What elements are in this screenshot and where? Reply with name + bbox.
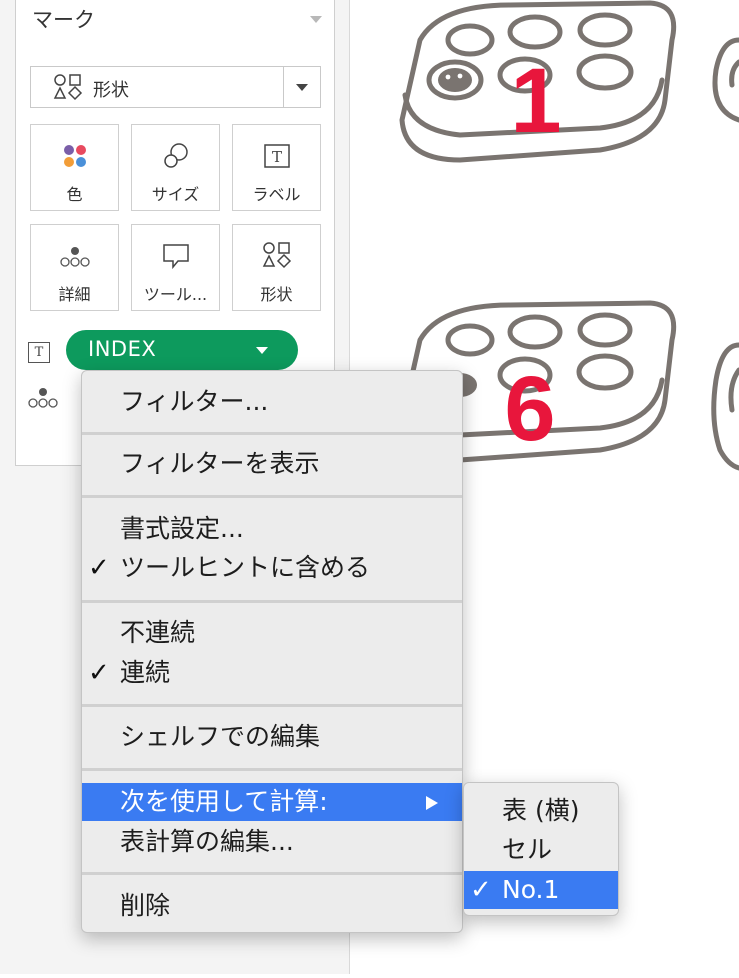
menu-separator <box>82 600 462 603</box>
menu-separator <box>82 872 462 875</box>
menu-item-label: 不連続 <box>120 618 196 647</box>
svg-text:T: T <box>271 148 281 166</box>
submenu-item-label: 表 (横) <box>502 796 580 825</box>
pill-label: INDEX <box>88 337 157 361</box>
submenu-item-label: No.1 <box>502 875 560 904</box>
color-dots-icon <box>31 141 118 171</box>
submenu-item-label: セル <box>502 835 553 864</box>
dropdown-divider <box>283 67 284 107</box>
menu-item-compute-using[interactable]: 次を使用して計算: <box>82 783 462 821</box>
label-text-icon: T <box>28 342 50 363</box>
checkmark-icon: ✓ <box>88 658 110 688</box>
pill-context-menu: フィルター... フィルターを表示 書式設定... ✓ ツールヒントに含める 不… <box>81 370 463 933</box>
menu-item-label: 連続 <box>120 658 171 687</box>
index-pill[interactable]: INDEX <box>66 330 298 370</box>
menu-item-label: シェルフでの編集 <box>120 722 321 751</box>
menu-item-continuous[interactable]: ✓ 連続 <box>82 654 462 692</box>
size-button-label: サイズ <box>151 185 200 204</box>
menu-item-format[interactable]: 書式設定... <box>82 510 462 548</box>
collapse-arrow-icon[interactable] <box>310 16 322 23</box>
menu-item-filter[interactable]: フィルター... <box>82 383 462 421</box>
menu-item-label: 書式設定... <box>120 514 244 543</box>
menu-item-label: フィルター... <box>120 387 269 416</box>
detail-dots-icon <box>26 385 60 419</box>
mark-type-dropdown[interactable]: 形状 <box>30 66 321 108</box>
tooltip-button[interactable]: ツール... <box>131 224 220 311</box>
menu-item-label: フィルターを表示 <box>120 449 320 478</box>
tooltip-button-label: ツール... <box>143 285 208 304</box>
menu-separator <box>82 768 462 771</box>
marks-card-title: マーク <box>32 8 95 32</box>
detail-button[interactable]: 詳細 <box>30 224 119 311</box>
tooltip-bubble-icon <box>132 241 219 271</box>
submenu-item-cell[interactable]: セル <box>464 831 618 869</box>
shapes-icon <box>233 241 320 271</box>
detail-button-label: 詳細 <box>58 285 91 304</box>
checkmark-icon: ✓ <box>470 875 492 905</box>
chevron-down-icon[interactable] <box>296 84 308 91</box>
checkmark-icon: ✓ <box>88 553 110 583</box>
label-button-label: ラベル <box>252 185 301 204</box>
menu-item-edit-in-shelf[interactable]: シェルフでの編集 <box>82 718 462 756</box>
size-circles-icon <box>132 141 219 171</box>
menu-separator <box>82 704 462 707</box>
menu-item-remove[interactable]: 削除 <box>82 887 462 925</box>
menu-item-label: ツールヒントに含める <box>120 553 371 582</box>
menu-item-label: 削除 <box>120 891 171 920</box>
submenu-item-no1[interactable]: ✓ No.1 <box>464 871 618 909</box>
menu-separator <box>82 495 462 498</box>
shapes-icon <box>53 73 83 105</box>
submenu-item-table-across[interactable]: 表 (横) <box>464 792 618 830</box>
pill-dropdown-icon[interactable] <box>256 347 268 354</box>
shape-button-label: 形状 <box>260 285 293 304</box>
shape-button[interactable]: 形状 <box>232 224 321 311</box>
canvas-number-6: 6 <box>504 358 555 460</box>
mark-type-label: 形状 <box>93 80 129 101</box>
menu-item-edit-table-calc[interactable]: 表計算の編集... <box>82 823 462 861</box>
label-button[interactable]: T ラベル <box>232 124 321 211</box>
menu-separator <box>82 432 462 435</box>
compute-using-submenu: 表 (横) セル ✓ No.1 <box>463 782 619 916</box>
detail-dots-icon <box>31 241 118 271</box>
menu-item-label: 次を使用して計算: <box>120 787 328 816</box>
color-button[interactable]: 色 <box>30 124 119 211</box>
menu-item-show-filter[interactable]: フィルターを表示 <box>82 445 462 483</box>
menu-item-discrete[interactable]: 不連続 <box>82 614 462 652</box>
menu-item-label: 表計算の編集... <box>120 827 294 856</box>
menu-item-include-in-tooltip[interactable]: ✓ ツールヒントに含める <box>82 549 462 587</box>
size-button[interactable]: サイズ <box>131 124 220 211</box>
submenu-arrow-icon <box>426 796 438 810</box>
label-text-icon: T <box>233 141 320 171</box>
color-button-label: 色 <box>66 185 83 204</box>
canvas-number-1: 1 <box>510 50 561 152</box>
